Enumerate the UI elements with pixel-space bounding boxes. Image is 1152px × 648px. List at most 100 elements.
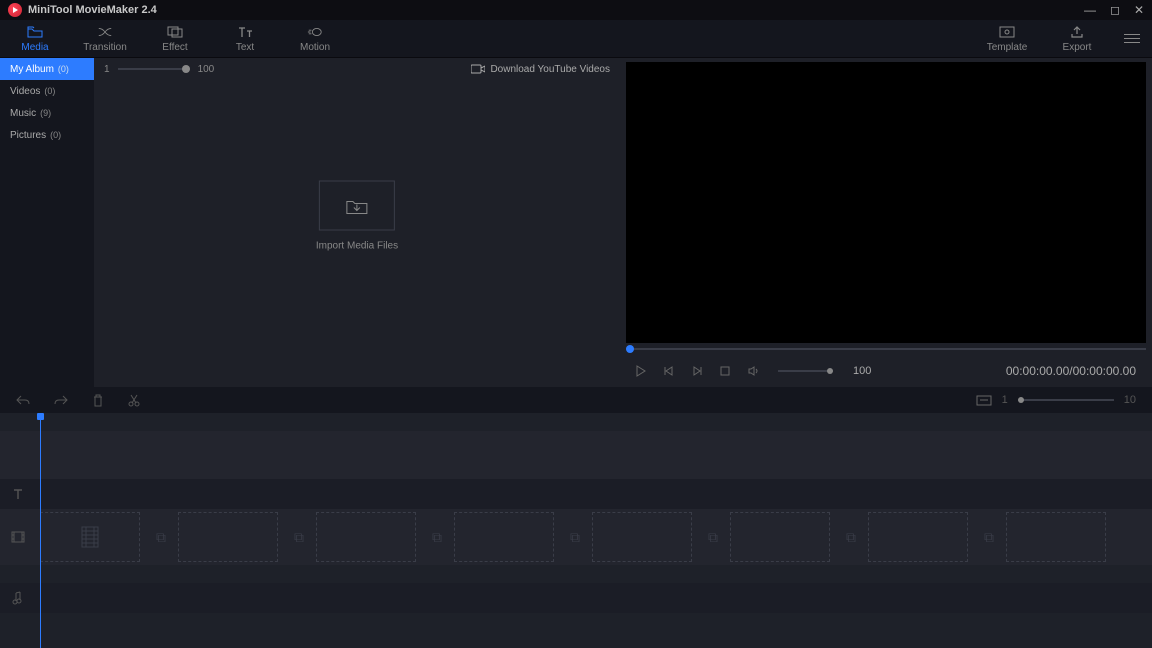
zoom-max-label: 100 (198, 64, 215, 75)
clip-slot[interactable] (316, 512, 416, 562)
clip-slot[interactable] (868, 512, 968, 562)
preview-panel: 100 00:00:00.00/00:00:00.00 (620, 58, 1152, 387)
text-track[interactable] (0, 479, 1152, 509)
transition-icon (97, 25, 113, 39)
undo-button[interactable] (16, 394, 30, 406)
export-button[interactable]: Export (1042, 25, 1112, 53)
timeline[interactable]: ⧉ ⧉ ⧉ ⧉ ⧉ ⧉ ⧉ (0, 413, 1152, 648)
audio-track-icon (0, 591, 36, 605)
media-sidebar: My Album (0) Videos (0) Music (9) Pictur… (0, 58, 94, 387)
app-logo-icon (8, 3, 22, 17)
transition-slot[interactable]: ⧉ (282, 512, 316, 562)
effect-icon (167, 25, 183, 39)
sidebar-item-label: Music (10, 108, 36, 119)
transition-slot[interactable]: ⧉ (834, 512, 868, 562)
tab-media[interactable]: Media (0, 20, 70, 57)
import-icon (346, 196, 368, 214)
import-label: Import Media Files (316, 240, 398, 251)
tab-transition[interactable]: Transition (70, 20, 140, 57)
media-panel: 1 100 Download YouTube Videos Import Med… (94, 58, 620, 387)
split-button[interactable] (128, 394, 140, 407)
text-track-icon (0, 488, 36, 500)
edit-toolbar: 1 10 (0, 387, 1152, 413)
tab-label: Transition (83, 42, 127, 53)
tab-label: Motion (300, 42, 330, 53)
minimize-button[interactable]: ― (1084, 3, 1096, 17)
template-button[interactable]: Template (972, 25, 1042, 53)
scrub-bar[interactable] (626, 343, 1146, 355)
stop-button[interactable] (720, 366, 734, 376)
tab-motion[interactable]: Motion (280, 20, 350, 57)
sidebar-item-videos[interactable]: Videos (0) (0, 80, 94, 102)
titlebar: MiniTool MovieMaker 2.4 ― ◻ ✕ (0, 0, 1152, 20)
sidebar-item-label: My Album (10, 64, 54, 75)
menu-button[interactable] (1112, 34, 1152, 43)
delete-button[interactable] (92, 394, 104, 407)
slider-thumb[interactable] (1018, 397, 1024, 403)
transition-slot[interactable]: ⧉ (558, 512, 592, 562)
tab-text[interactable]: Text (210, 20, 280, 57)
prev-frame-button[interactable] (664, 366, 678, 376)
sidebar-item-count: (0) (58, 64, 69, 74)
tab-effect[interactable]: Effect (140, 20, 210, 57)
video-track[interactable]: ⧉ ⧉ ⧉ ⧉ ⧉ ⧉ ⧉ (0, 509, 1152, 565)
mute-button[interactable] (748, 366, 762, 376)
transition-slot[interactable]: ⧉ (144, 512, 178, 562)
clip-slot[interactable] (178, 512, 278, 562)
tl-zoom-min: 1 (1002, 394, 1008, 406)
zoom-min-label: 1 (104, 64, 110, 75)
volume-slider[interactable] (778, 370, 833, 372)
redo-button[interactable] (54, 394, 68, 406)
camera-icon (471, 64, 485, 74)
clip-slot[interactable] (454, 512, 554, 562)
sidebar-item-label: Pictures (10, 130, 46, 141)
sidebar-item-count: (9) (40, 108, 51, 118)
sidebar-item-myalbum[interactable]: My Album (0) (0, 58, 94, 80)
slider-thumb[interactable] (827, 368, 833, 374)
import-media-button[interactable] (319, 180, 395, 230)
timecode: 00:00:00.00/00:00:00.00 (1006, 364, 1136, 378)
play-button[interactable] (636, 365, 650, 377)
maximize-button[interactable]: ◻ (1110, 3, 1120, 17)
transition-slot[interactable]: ⧉ (972, 512, 1006, 562)
next-frame-button[interactable] (692, 366, 706, 376)
download-youtube-link[interactable]: Download YouTube Videos (471, 64, 610, 75)
filmstrip-icon (80, 525, 100, 549)
video-preview[interactable] (626, 62, 1146, 343)
link-label: Download YouTube Videos (490, 64, 610, 75)
text-icon (237, 25, 253, 39)
button-label: Template (987, 42, 1028, 53)
slider-thumb[interactable] (182, 65, 190, 73)
clip-slot[interactable] (730, 512, 830, 562)
thumbnail-zoom-slider[interactable] (118, 68, 190, 70)
clip-slot[interactable] (1006, 512, 1106, 562)
scrub-thumb[interactable] (626, 345, 634, 353)
sidebar-item-count: (0) (44, 86, 55, 96)
button-label: Export (1063, 42, 1092, 53)
transition-slot[interactable]: ⧉ (420, 512, 454, 562)
transition-slot[interactable]: ⧉ (696, 512, 730, 562)
folder-icon (27, 25, 43, 39)
playhead[interactable] (40, 413, 41, 648)
timeline-zoom-slider[interactable] (1018, 399, 1114, 401)
clip-slot[interactable] (40, 512, 140, 562)
sidebar-item-pictures[interactable]: Pictures (0) (0, 124, 94, 146)
clip-slot[interactable] (592, 512, 692, 562)
template-icon (999, 25, 1015, 39)
main-toolbar: Media Transition Effect Text Motion (0, 20, 1152, 58)
volume-value: 100 (853, 365, 871, 377)
motion-icon (307, 25, 323, 39)
tl-zoom-max: 10 (1124, 394, 1136, 406)
export-icon (1069, 25, 1085, 39)
audio-track[interactable] (0, 583, 1152, 613)
tab-label: Media (21, 42, 48, 53)
tab-label: Text (236, 42, 254, 53)
close-button[interactable]: ✕ (1134, 3, 1144, 17)
tab-label: Effect (162, 42, 187, 53)
video-track-icon (0, 531, 36, 543)
sidebar-item-label: Videos (10, 86, 40, 97)
app-title: MiniTool MovieMaker 2.4 (28, 4, 157, 16)
fit-button[interactable] (976, 395, 992, 406)
sidebar-item-count: (0) (50, 130, 61, 140)
sidebar-item-music[interactable]: Music (9) (0, 102, 94, 124)
